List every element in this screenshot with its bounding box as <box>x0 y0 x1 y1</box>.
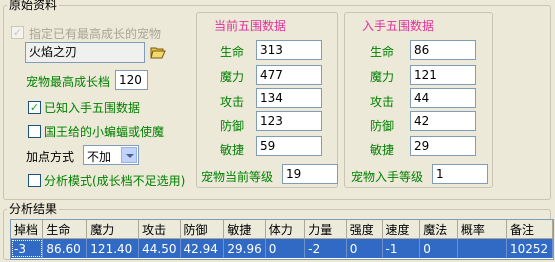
table-cell: 0 <box>346 238 383 258</box>
table-cell: 0 <box>419 238 458 258</box>
table-cell: 86.60 <box>42 238 88 258</box>
table-cell: 0 <box>265 238 306 258</box>
known-stats-checkbox[interactable]: ✓ <box>28 101 41 114</box>
current-mp-field[interactable]: 477 <box>256 65 322 85</box>
initial-stats-title: 入手五围数据 <box>362 19 435 33</box>
current-level-field[interactable]: 19 <box>282 164 338 184</box>
current-stats-title: 当前五围数据 <box>214 19 287 33</box>
column-header[interactable]: 掉档 <box>11 220 44 239</box>
pet-name-field[interactable]: 火焰之刃 <box>25 42 145 63</box>
initial-level-label: 宠物入手等级 <box>351 170 424 184</box>
analysis-table: 掉档 生命 魔力 攻击 防御 敏捷 体力 力量 强度 速度 魔法 概率 备注 -3 86.60 121.40… <box>11 220 553 258</box>
add-point-label: 加点方式 <box>26 150 75 164</box>
highest-growth-checkbox[interactable]: ✓ <box>11 26 24 39</box>
column-header[interactable]: 防御 <box>180 220 225 239</box>
current-level-label: 宠物当前等级 <box>201 170 274 184</box>
king-gift-checkbox[interactable]: ✓ <box>28 125 41 138</box>
current-agi-label: 敏捷 <box>220 143 245 157</box>
table-cell: -2 <box>304 238 347 258</box>
current-atk-label: 攻击 <box>220 95 245 109</box>
max-growth-field[interactable]: 120 <box>115 70 148 90</box>
column-header[interactable]: 强度 <box>346 220 383 239</box>
initial-hp-field[interactable]: 86 <box>410 40 476 60</box>
analysis-legend: 分析结果 <box>7 202 60 216</box>
table-cell: 121.40 <box>86 238 140 258</box>
analysis-mode-checkbox[interactable]: ✓ <box>28 174 41 187</box>
chevron-down-icon[interactable] <box>121 147 137 163</box>
column-header[interactable]: 速度 <box>382 220 421 239</box>
column-header[interactable]: 备注 <box>506 220 553 239</box>
king-gift-label: 国王给的小蝙蝠或使魔 <box>44 125 165 139</box>
initial-hp-label: 生命 <box>370 45 395 59</box>
table-cell <box>457 238 507 258</box>
max-growth-label: 宠物最高成长档 <box>26 75 111 89</box>
column-header[interactable]: 力量 <box>304 220 347 239</box>
add-point-select[interactable]: 不加 <box>83 145 139 165</box>
current-atk-field[interactable]: 134 <box>256 88 322 108</box>
current-def-label: 防御 <box>220 119 245 133</box>
initial-def-field[interactable]: 42 <box>410 111 476 131</box>
initial-def-label: 防御 <box>370 119 395 133</box>
initial-atk-label: 攻击 <box>370 95 395 109</box>
original-data-legend: 原始资料 <box>7 0 60 12</box>
analysis-list[interactable]: 掉档 生命 魔力 攻击 防御 敏捷 体力 力量 强度 速度 魔法 概率 备注 -3 86.60 121.40… <box>10 219 554 260</box>
initial-atk-field[interactable]: 44 <box>410 88 476 108</box>
table-cell: 42.94 <box>180 238 225 258</box>
table-cell: -1 <box>382 238 421 258</box>
table-header-row: 掉档 生命 魔力 攻击 防御 敏捷 体力 力量 强度 速度 魔法 概率 备注 <box>11 220 553 239</box>
table-row[interactable]: -3 86.60 121.40 44.50 42.94 29.96 0 -2 0 -1 0 10252 <box>11 238 553 258</box>
add-point-value: 不加 <box>87 150 112 164</box>
column-header[interactable]: 生命 <box>42 220 88 239</box>
initial-agi-field[interactable]: 29 <box>410 136 476 156</box>
known-stats-label: 已知入手五围数据 <box>44 101 141 115</box>
initial-level-field[interactable]: 1 <box>432 164 488 184</box>
highest-growth-label: 指定已有最高成长的宠物 <box>29 27 162 41</box>
current-agi-field[interactable]: 59 <box>256 136 322 156</box>
current-mp-label: 魔力 <box>220 70 245 84</box>
initial-agi-label: 敏捷 <box>370 143 395 157</box>
column-header[interactable]: 概率 <box>457 220 507 239</box>
current-def-field[interactable]: 123 <box>256 111 322 131</box>
current-hp-field[interactable]: 313 <box>256 40 322 60</box>
analysis-mode-label: 分析模式(成长档不足选用) <box>44 174 186 188</box>
column-header[interactable]: 魔法 <box>419 220 458 239</box>
table-cell: 44.50 <box>138 238 181 258</box>
table-cell: 29.96 <box>223 238 266 258</box>
folder-open-icon[interactable] <box>150 46 166 59</box>
initial-mp-label: 魔力 <box>370 70 395 84</box>
table-cell: -3 <box>11 238 44 258</box>
column-header[interactable]: 体力 <box>265 220 306 239</box>
column-header[interactable]: 攻击 <box>138 220 181 239</box>
column-header[interactable]: 魔力 <box>86 220 140 239</box>
table-cell: 10252 <box>506 238 553 258</box>
column-header[interactable]: 敏捷 <box>223 220 266 239</box>
initial-mp-field[interactable]: 121 <box>410 65 476 85</box>
current-hp-label: 生命 <box>220 45 245 59</box>
